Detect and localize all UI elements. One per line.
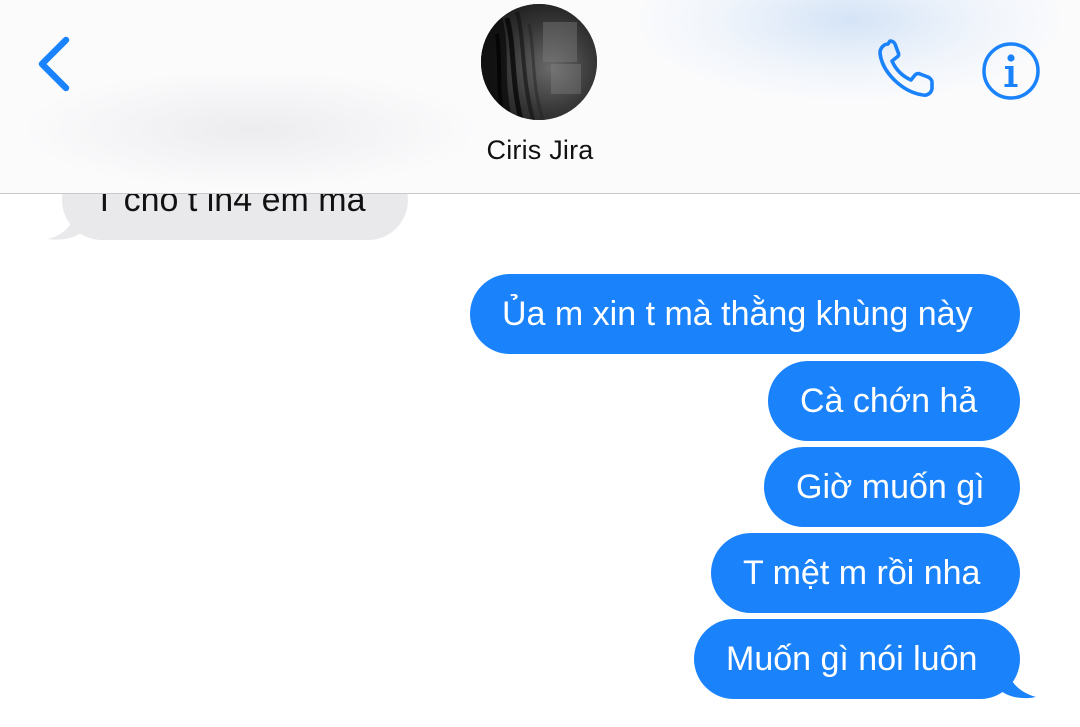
header-haze [20, 70, 480, 190]
info-button[interactable] [980, 40, 1042, 102]
sent-message[interactable]: Cà chớn hả [768, 361, 1020, 441]
bubble-tail [48, 214, 82, 240]
avatar-image [481, 4, 597, 120]
message-text: Cà chớn hả [800, 382, 978, 420]
phone-icon [878, 39, 934, 97]
avatar[interactable] [481, 4, 597, 120]
sent-message[interactable]: Ủa m xin t mà thằng khùng này [470, 274, 1020, 354]
chevron-left-icon [38, 36, 70, 92]
message-text: Ủa m xin t mà thằng khùng này [502, 295, 973, 333]
info-icon [982, 42, 1040, 100]
message-text: Muốn gì nói luôn [726, 640, 978, 678]
contact-name[interactable]: Ciris Jira [0, 135, 1080, 166]
message-text: T mệt m rồi nha [743, 554, 981, 592]
sent-message[interactable]: T mệt m rồi nha [711, 533, 1020, 613]
message-text: Giờ muốn gì [796, 468, 985, 506]
conversation-screen: T cho t in4 em mà Ủa m xin t mà thằng kh… [0, 0, 1080, 727]
conversation-header: Ciris Jira [0, 0, 1080, 194]
call-button[interactable] [874, 36, 944, 102]
sent-message[interactable]: Muốn gì nói luôn [694, 619, 1020, 699]
bubble-tail [1000, 670, 1036, 699]
sent-message[interactable]: Giờ muốn gì [764, 447, 1020, 527]
back-button[interactable] [28, 30, 88, 100]
